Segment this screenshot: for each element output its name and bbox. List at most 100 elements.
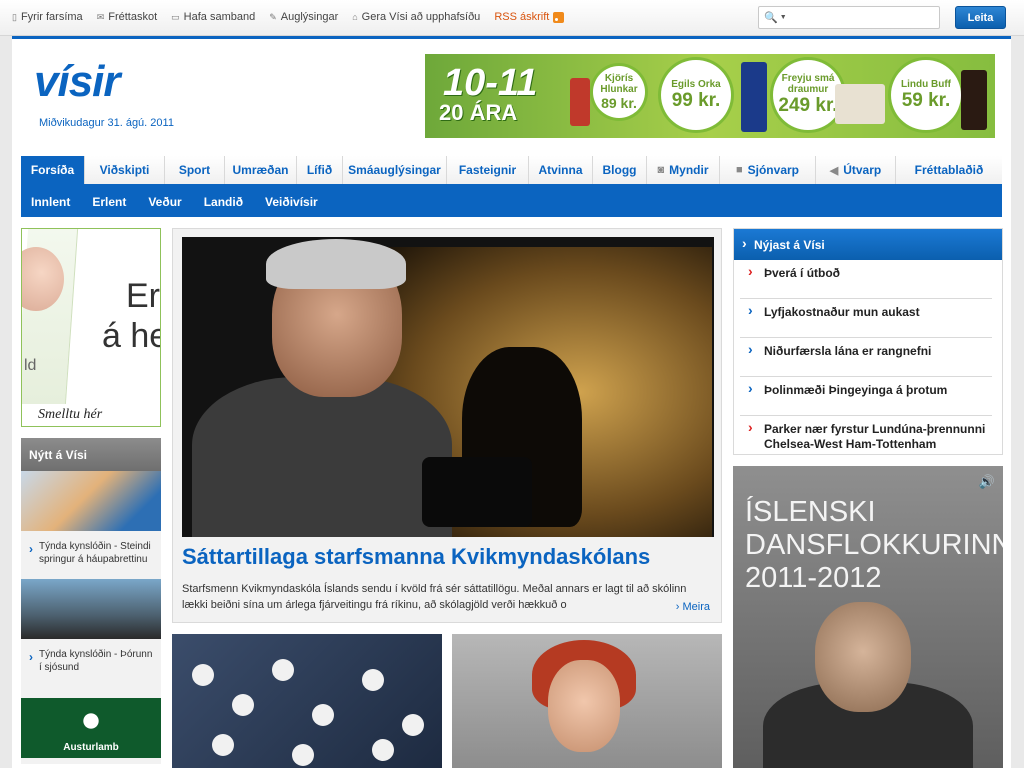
nav-label: Atvinna (538, 163, 583, 177)
candy-image (961, 70, 987, 130)
offer-badge: Kjörís Hlunkar 89 kr. (593, 66, 645, 118)
toplink-mobile[interactable]: ▯ Fyrir farsíma (12, 11, 83, 23)
top-links: ▯ Fyrir farsíma ✉ Fréttaskot ▭ Hafa samband… (12, 11, 565, 23)
list-item[interactable]: Þverá í útboð (740, 260, 992, 299)
nav-sport[interactable]: Sport (164, 156, 224, 184)
home-icon: ⌂ (352, 12, 358, 22)
banner-years: 20 ÁRA (439, 100, 518, 125)
main-nav: Forsíða Viðskipti Sport Umræðan Lífið Sm… (21, 156, 1002, 187)
nav-label: Blogg (602, 163, 637, 177)
search-box[interactable]: 🔍 ▼ (758, 6, 940, 29)
offer-badge: Freyju smá draumur 249 kr. (773, 60, 843, 130)
nav-myndir[interactable]: ◙ Myndir (646, 156, 719, 184)
nav-smaauglysingar[interactable]: Smáauglýsingar (342, 156, 446, 184)
toplink-label: Hafa samband (183, 11, 256, 23)
dance-ad-text: ÍSLENSKI DANSFLOKKURINN 2011-2012 (745, 496, 1003, 595)
nav-utvarp[interactable]: ◀ Útvarp (815, 156, 895, 184)
featured-headline[interactable]: Sáttartillaga starfsmanna Kvikmyndaskóla… (182, 544, 650, 570)
subnav-veidivisir[interactable]: Veiðivísir (265, 195, 318, 209)
nav-blogg[interactable]: Blogg (592, 156, 646, 184)
toplink-homepage[interactable]: ⌂ Gera Vísi að upphafsíðu (352, 11, 480, 23)
nav-atvinna[interactable]: Atvinna (528, 156, 592, 184)
nytt-thumbnail[interactable] (21, 471, 161, 531)
featured-story: Sáttartillaga starfsmanna Kvikmyndaskóla… (172, 228, 722, 623)
newest-title: Nýjast á Vísi (734, 229, 1002, 260)
phone-icon: ▯ (12, 11, 17, 22)
toplink-news-tip[interactable]: ✉ Fréttaskot (97, 11, 157, 23)
featured-more-link[interactable]: › Meira (671, 601, 710, 613)
chat-icon: ▭ (171, 11, 180, 22)
newest-list[interactable]: Þverá í útboð Lyfjakostnaður mun aukast … (734, 260, 1002, 454)
ad-side-text: ld (24, 357, 37, 374)
nytt-thumbnail[interactable] (21, 579, 161, 639)
offer-name: Freyju smá draumur (781, 73, 835, 95)
chevron-down-icon[interactable]: ▼ (780, 14, 787, 21)
dance-ad-line: DANSFLOKKURINN (745, 529, 1003, 561)
toplink-rss[interactable]: RSS áskrift (494, 11, 565, 23)
nav-label: Fréttablaðið (914, 163, 984, 177)
list-item[interactable]: Þolinmæði Þingeyinga á þrotum (740, 377, 992, 416)
story-thumbnail-portrait[interactable] (452, 634, 722, 768)
rss-icon (553, 11, 565, 23)
bottle-image (741, 62, 767, 132)
visir-logo[interactable]: vísir (34, 57, 121, 107)
subnav-innlent[interactable]: Innlent (31, 195, 70, 209)
banner-brand: 10-11 (443, 62, 538, 104)
offer-price: 99 kr. (671, 89, 721, 111)
offer-badge: Egils Orka 99 kr. (661, 60, 731, 130)
toplink-label: Fréttaskot (108, 11, 158, 23)
austurlamb-ad[interactable]: Austurlamb (21, 698, 161, 758)
image-person-body (192, 377, 452, 537)
nav-lifid[interactable]: Lífið (296, 156, 342, 184)
nav-frettabladid[interactable]: Fréttablaðið (895, 156, 1002, 184)
image-person-hair (266, 239, 406, 289)
toplink-label: Fyrir farsíma (20, 11, 83, 23)
subnav-erlent[interactable]: Erlent (92, 195, 126, 209)
list-item[interactable]: Niðurfærsla lána er rangnefni (740, 338, 992, 377)
top-banner-ad[interactable]: 10-11 20 ÁRA Kjörís Hlunkar 89 kr. Egils … (425, 54, 995, 138)
popsicle-image (570, 78, 590, 126)
page-container: vísir Miðvikudagur 31. ágú. 2011 10-11 2… (12, 36, 1011, 768)
offer-price: 89 kr. (601, 95, 637, 111)
video-camera-icon: ■ (735, 164, 743, 176)
nav-fasteignir[interactable]: Fasteignir (446, 156, 528, 184)
ad-cta[interactable]: Smelltu hér (38, 407, 102, 423)
nav-label: Smáauglýsingar (348, 163, 441, 177)
offer-name: Kjörís Hlunkar (600, 73, 638, 95)
search-button[interactable]: Leita (955, 6, 1006, 29)
speaker-icon: ◀ (829, 164, 839, 177)
nav-vidskipti[interactable]: Viðskipti (84, 156, 164, 184)
subnav-landid[interactable]: Landið (204, 195, 243, 209)
dance-ad-line: 2011-2012 (745, 562, 882, 594)
nav-forsida[interactable]: Forsíða (21, 156, 84, 184)
nav-label: Myndir (669, 163, 709, 177)
toplink-contact[interactable]: ▭ Hafa samband (171, 11, 255, 23)
toplink-ads[interactable]: ✎ Auglýsingar (269, 11, 338, 23)
featured-image[interactable] (182, 237, 714, 537)
search-input[interactable] (792, 8, 933, 27)
dance-ad-line: ÍSLENSKI (745, 496, 876, 528)
nav-sjonvarp[interactable]: ■ Sjónvarp (719, 156, 815, 184)
search-icon[interactable]: 🔍 (764, 11, 778, 24)
nytt-item[interactable]: Týnda kynslóðin - Þórunn í sjósund (21, 639, 161, 687)
list-item[interactable]: Lyfjakostnaður mun aukast (740, 299, 992, 338)
dance-company-ad[interactable]: 🔊 ÍSLENSKI DANSFLOKKURINN 2011-2012 (733, 466, 1003, 768)
speaker-icon[interactable]: 🔊 (979, 474, 995, 490)
list-item[interactable]: Parker nær fyrstur Lundúna-þrennunni Che… (740, 416, 992, 454)
rss-label: RSS áskrift (494, 11, 550, 23)
austurlamb-name: Austurlamb (63, 742, 119, 753)
offer-name: Lindu Buff (901, 78, 951, 90)
nav-umraedan[interactable]: Umræðan (224, 156, 296, 184)
image-camera (422, 457, 532, 527)
camera-icon: ◙ (657, 164, 665, 176)
left-side-ad[interactable]: ld Er á heim Smelltu hér (21, 228, 161, 427)
subnav-vedur[interactable]: Veður (148, 195, 181, 209)
ad-text-line2: á heim (102, 317, 160, 355)
story-thumbnail-prayer[interactable] (172, 634, 442, 768)
nav-label: Sjónvarp (747, 163, 799, 177)
toplink-label: Gera Vísi að upphafsíðu (361, 11, 481, 23)
toplink-label: Auglýsingar (280, 11, 339, 23)
image-person-face (548, 660, 620, 752)
nytt-item[interactable]: Týnda kynslóðin - Steindi springur á háu… (21, 531, 161, 579)
nav-label: Umræðan (232, 163, 289, 177)
